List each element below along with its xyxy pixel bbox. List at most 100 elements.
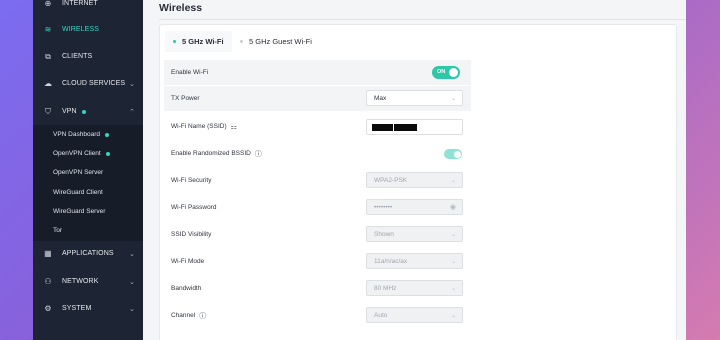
tab-label: 5 GHz Guest Wi-Fi xyxy=(249,37,312,46)
nav-label: CLIENTS xyxy=(62,53,93,60)
chevron-down-icon: ⌄ xyxy=(450,95,456,102)
nav-cloud-services[interactable]: ☁ CLOUD SERVICES ⌄ xyxy=(33,70,143,97)
tab-5ghz-guest-wifi[interactable]: 5 GHz Guest Wi-Fi xyxy=(232,31,320,52)
wifi-icon: ≋ xyxy=(44,25,52,34)
sub-label: Tor xyxy=(53,227,63,234)
select-value: 11a/n/ac/ax xyxy=(374,257,408,265)
nav-label: INTERNET xyxy=(62,0,98,7)
row-channel: Channel ⓘ Auto ⌄ xyxy=(164,303,471,328)
label-randomized-bssid: Enable Randomized BSSID ⓘ xyxy=(171,141,262,166)
tx-power-select[interactable]: Max ⌄ xyxy=(366,90,463,106)
select-value: Auto xyxy=(374,311,388,319)
tab-5ghz-wifi[interactable]: 5 GHz Wi-Fi xyxy=(165,31,232,52)
chevron-down-icon: ⌄ xyxy=(450,258,456,265)
tab-label: 5 GHz Wi-Fi xyxy=(182,37,224,46)
page-title: Wireless xyxy=(159,2,203,14)
main-content: Wireless 5 GHz Wi-Fi 5 GHz Guest Wi-Fi E… xyxy=(143,0,686,340)
nav-label: APPLICATIONS xyxy=(62,250,114,257)
label-bandwidth: Bandwidth xyxy=(171,285,202,292)
sub-label: OpenVPN Server xyxy=(53,169,104,176)
bandwidth-select[interactable]: 80 MHz ⌄ xyxy=(366,280,463,296)
channel-label-text: Channel xyxy=(171,312,196,319)
globe-icon: ⊕ xyxy=(44,0,52,8)
router-admin-window: ⊕ INTERNET ≋ WIRELESS ⧉ CLIENTS ☁ CLOUD … xyxy=(33,0,686,340)
sub-vpn-dashboard[interactable]: VPN Dashboard xyxy=(53,125,109,144)
sub-tor[interactable]: Tor xyxy=(53,221,62,240)
enable-wifi-toggle[interactable]: ON xyxy=(432,66,460,79)
status-dot xyxy=(105,151,110,156)
toggle-knob xyxy=(453,150,461,158)
label-channel: Channel ⓘ xyxy=(171,303,206,328)
nav-label: WIRELESS xyxy=(62,26,99,33)
label-enable-wifi: Enable Wi-Fi xyxy=(171,69,209,76)
password-value: •••••••• xyxy=(374,203,393,211)
clients-icon: ⧉ xyxy=(45,51,51,61)
inactive-dot xyxy=(240,40,243,43)
chevron-down-icon: ⌄ xyxy=(450,312,456,319)
nav-clients[interactable]: ⧉ CLIENTS xyxy=(33,43,143,70)
label-wifi-password: Wi-Fi Password xyxy=(171,204,217,211)
nav-system[interactable]: ⚙ SYSTEM ⌄ xyxy=(33,295,143,322)
active-dot xyxy=(173,40,176,43)
channel-select[interactable]: Auto ⌄ xyxy=(366,307,463,323)
randomized-bssid-toggle[interactable] xyxy=(444,149,462,159)
eye-icon[interactable]: ◉ xyxy=(450,203,456,211)
select-value: 80 MHz xyxy=(374,284,397,292)
chevron-up-icon: ⌃ xyxy=(129,108,135,116)
nav-wireless[interactable]: ≋ WIRELESS xyxy=(33,16,143,43)
network-icon: ⚇ xyxy=(44,277,52,286)
select-value: Shown xyxy=(374,230,394,238)
chevron-down-icon: ⌄ xyxy=(129,80,135,88)
select-value: WPA2-PSK xyxy=(374,176,408,184)
info-icon[interactable]: ⓘ xyxy=(255,149,262,159)
tab-bar: 5 GHz Wi-Fi 5 GHz Guest Wi-Fi xyxy=(160,25,678,57)
toggle-text: ON xyxy=(437,69,446,75)
nav-internet[interactable]: ⊕ INTERNET xyxy=(33,0,143,17)
settings-card: 5 GHz Wi-Fi 5 GHz Guest Wi-Fi Enable Wi-… xyxy=(159,24,677,340)
sub-label: WireGuard Server xyxy=(53,208,106,215)
status-dot xyxy=(81,109,86,114)
sub-openvpn-client[interactable]: OpenVPN Client xyxy=(53,144,110,163)
select-value: Max xyxy=(374,94,387,102)
toggle-knob xyxy=(449,68,458,77)
nav-label: NETWORK xyxy=(62,278,99,285)
nav-vpn[interactable]: ⛉ VPN ⌃ xyxy=(33,98,143,125)
label-wifi-security: Wi-Fi Security xyxy=(171,177,212,184)
chevron-down-icon: ⌄ xyxy=(450,285,456,292)
bssid-label-text: Enable Randomized BSSID xyxy=(171,150,251,157)
label-wifi-mode: Wi-Fi Mode xyxy=(171,258,205,265)
cloud-icon: ☁ xyxy=(43,79,53,88)
shield-icon: ⛉ xyxy=(44,106,52,116)
chevron-down-icon: ⌄ xyxy=(129,250,135,258)
sub-openvpn-server[interactable]: OpenVPN Server xyxy=(53,163,103,182)
apps-icon: ▦ xyxy=(44,249,52,258)
chevron-down-icon: ⌄ xyxy=(129,278,135,286)
row-ssid-visibility: SSID Visibility Shown ⌄ xyxy=(164,222,471,247)
redacted-ssid xyxy=(372,124,417,131)
ssid-visibility-select[interactable]: Shown ⌄ xyxy=(366,226,463,242)
ssid-input[interactable] xyxy=(366,119,463,135)
info-icon[interactable]: ⓘ xyxy=(199,311,206,321)
divider xyxy=(159,19,686,20)
label-tx-power: TX Power xyxy=(171,95,200,102)
sub-label: VPN Dashboard xyxy=(53,131,100,138)
row-bandwidth: Bandwidth 80 MHz ⌄ xyxy=(164,276,471,301)
wifi-mode-select[interactable]: 11a/n/ac/ax ⌄ xyxy=(366,253,463,269)
wifi-password-input[interactable]: •••••••• ◉ xyxy=(366,199,463,215)
qr-code-icon[interactable]: ⚏ xyxy=(231,123,237,131)
nav-label: SYSTEM xyxy=(62,305,92,312)
sub-wireguard-client[interactable]: WireGuard Client xyxy=(53,183,103,202)
label-ssid: Wi-Fi Name (SSID) ⚏ xyxy=(171,114,237,139)
sub-wireguard-server[interactable]: WireGuard Server xyxy=(53,202,105,221)
chevron-down-icon: ⌄ xyxy=(129,305,135,313)
row-enable-wifi: Enable Wi-Fi ON xyxy=(164,60,471,85)
sub-label: WireGuard Client xyxy=(53,189,103,196)
row-tx-power: TX Power Max ⌄ xyxy=(164,86,471,111)
row-ssid: Wi-Fi Name (SSID) ⚏ xyxy=(164,114,471,139)
nav-applications[interactable]: ▦ APPLICATIONS ⌄ xyxy=(33,240,143,267)
nav-label: CLOUD SERVICES xyxy=(62,80,126,87)
status-dot xyxy=(104,132,109,137)
row-wifi-security: Wi-Fi Security WPA2-PSK ⌄ xyxy=(164,168,471,193)
nav-network[interactable]: ⚇ NETWORK ⌄ xyxy=(33,268,143,295)
wifi-security-select[interactable]: WPA2-PSK ⌄ xyxy=(366,172,463,188)
